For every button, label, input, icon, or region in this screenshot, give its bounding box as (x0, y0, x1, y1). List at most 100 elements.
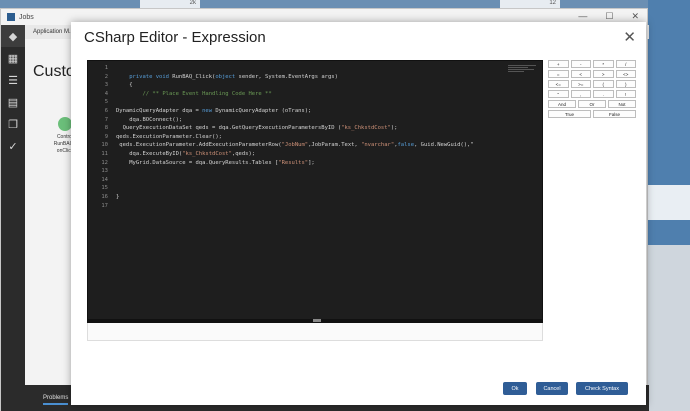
csharp-editor-dialog: CSharp Editor - Expression ✕ 1 2 3 4 5 6 7 8 9 10… (71, 22, 646, 405)
keypad-row: = < > <> (548, 70, 636, 78)
keypad-row: And Or Not (548, 100, 636, 108)
table-icon[interactable]: ▤ (1, 91, 25, 113)
keypad-key[interactable]: " (548, 90, 569, 98)
close-window-icon[interactable]: ✕ (631, 11, 639, 22)
keypad-key[interactable]: / (615, 60, 636, 68)
close-icon[interactable]: ✕ (623, 28, 636, 46)
ok-button[interactable]: Ok (503, 382, 527, 395)
code-token: ); (390, 125, 398, 132)
keypad-key[interactable]: <= (548, 80, 569, 88)
code-token: "JobNum" (281, 142, 309, 149)
keypad-key[interactable]: ! (615, 90, 636, 98)
keypad-row: True False (548, 110, 636, 118)
scrollbar-thumb[interactable] (313, 319, 321, 322)
line-number: 3 (104, 82, 108, 89)
grid-icon[interactable]: ▦ (1, 47, 25, 69)
line-number: 14 (101, 176, 108, 183)
background-panel (648, 185, 690, 220)
code-token: dqa.BOConnect(); (116, 116, 183, 123)
code-editor[interactable]: 1 2 3 4 5 6 7 8 9 10 11 12 13 14 15 16 17 private void R… (87, 60, 543, 323)
code-token: qeds.ExecutionParameter.AddExecutionPara… (116, 142, 282, 149)
keypad-key[interactable]: <> (615, 70, 636, 78)
keypad-key[interactable]: - (570, 60, 591, 68)
line-number: 2 (104, 73, 108, 80)
maximize-icon[interactable]: ☐ (605, 11, 613, 22)
code-token: "ks_ChkstdCost" (182, 151, 232, 157)
background-panel-left: 2k (140, 0, 200, 8)
keypad-key[interactable]: True (548, 110, 591, 118)
line-number: 6 (104, 108, 108, 114)
keypad-key[interactable]: > (593, 70, 614, 78)
code-token: QueryExecutionDataSet qeds = dqa.GetQuer… (116, 125, 342, 132)
code-line[interactable]: dqa.BOConnect(); (116, 117, 182, 123)
code-token: "nvarchar" (361, 142, 395, 149)
code-line[interactable]: MyGrid.DataSource = dqa.QueryResults.Tab… (116, 160, 314, 166)
document-check-icon[interactable]: ✓ (1, 135, 25, 157)
code-token: // ** Place Event Handling Code Here ** (142, 90, 272, 97)
code-token: dqa.ExecuteByID( (116, 151, 183, 157)
code-token: } (116, 194, 120, 200)
code-line[interactable]: // ** Place Event Handling Code Here ** (116, 91, 272, 97)
keypad-key[interactable]: ( (593, 80, 614, 88)
minimize-icon[interactable]: — (578, 11, 587, 22)
check-syntax-button[interactable]: Check Syntax (576, 382, 628, 395)
code-token: sender, System.EventArgs args) (235, 73, 338, 80)
keypad-key[interactable]: Not (608, 100, 636, 108)
keypad-key[interactable]: Or (578, 100, 606, 108)
line-number: 7 (104, 116, 108, 123)
code-line[interactable]: private void RunBAQ_Click(object sender,… (116, 74, 338, 80)
line-number: 13 (101, 168, 108, 175)
background-panel-right-text: 12 (549, 0, 556, 6)
code-token: { (116, 82, 133, 89)
layers-icon[interactable]: ◆ (1, 25, 25, 47)
code-token: new (202, 108, 213, 114)
line-number: 12 (101, 159, 108, 166)
line-number: 10 (101, 142, 108, 149)
tab-problems[interactable]: Problems (43, 395, 69, 405)
code-token: DynamicQueryAdapter (oTrans); (212, 108, 312, 114)
code-line[interactable]: dqa.ExecuteByID("ks_ChkstdCost",qeds); (116, 151, 255, 157)
keypad-key[interactable]: . (593, 90, 614, 98)
keypad-key[interactable]: * (593, 60, 614, 68)
code-line[interactable]: } (116, 194, 119, 200)
code-line[interactable]: DynamicQueryAdapter dqa = new DynamicQue… (116, 108, 311, 114)
minimap[interactable] (508, 65, 538, 77)
keypad-key[interactable]: , (570, 90, 591, 98)
keypad-key[interactable]: = (548, 70, 569, 78)
keypad-key[interactable]: < (570, 70, 591, 78)
code-token: qeds.ExecutionParameter.Clear(); (116, 133, 222, 140)
line-number: 11 (101, 151, 108, 157)
window-controls: — ☐ ✕ (578, 11, 639, 22)
code-line[interactable]: QueryExecutionDataSet qeds = dqa.GetQuer… (116, 125, 398, 132)
code-token: , Guid.NewGuid()," (414, 142, 474, 149)
keypad-key[interactable]: False (593, 110, 636, 118)
line-number: 9 (104, 133, 108, 140)
code-line[interactable]: qeds.ExecutionParameter.AddExecutionPara… (116, 142, 474, 149)
code-token: private void (129, 73, 169, 80)
line-number: 16 (101, 194, 108, 200)
operator-keypad: + - * / = < > <> <= >=() ",.! And Or Not True False (548, 60, 636, 120)
code-line[interactable]: qeds.ExecutionParameter.Clear(); (116, 134, 222, 140)
cancel-button[interactable]: Cancel (536, 382, 568, 395)
keypad-row: <= >=() (548, 80, 636, 88)
keypad-key[interactable]: >= (570, 80, 591, 88)
horizontal-scrollbar[interactable] (88, 319, 542, 322)
editor-footer (87, 323, 543, 341)
code-token: RunBAQ_Click( (169, 73, 216, 80)
line-number: 1 (104, 65, 108, 71)
keypad-key[interactable]: + (548, 60, 569, 68)
checklist-icon[interactable]: ☰ (1, 69, 25, 91)
code-token: ,JobParam.Text, (308, 142, 362, 149)
code-line[interactable]: { (116, 82, 133, 89)
line-number: 8 (104, 125, 108, 132)
code-token: ,qeds); (231, 151, 256, 157)
app-window-title: Jobs (19, 13, 34, 21)
line-number: 17 (101, 202, 108, 209)
copy-icon[interactable]: ❐ (1, 113, 25, 135)
background-panel-right: 12 (500, 0, 560, 8)
keypad-row: ",.! (548, 90, 636, 98)
keypad-key[interactable]: ) (615, 80, 636, 88)
keypad-key[interactable]: And (548, 100, 576, 108)
nav-label[interactable]: Application M... (33, 29, 74, 35)
